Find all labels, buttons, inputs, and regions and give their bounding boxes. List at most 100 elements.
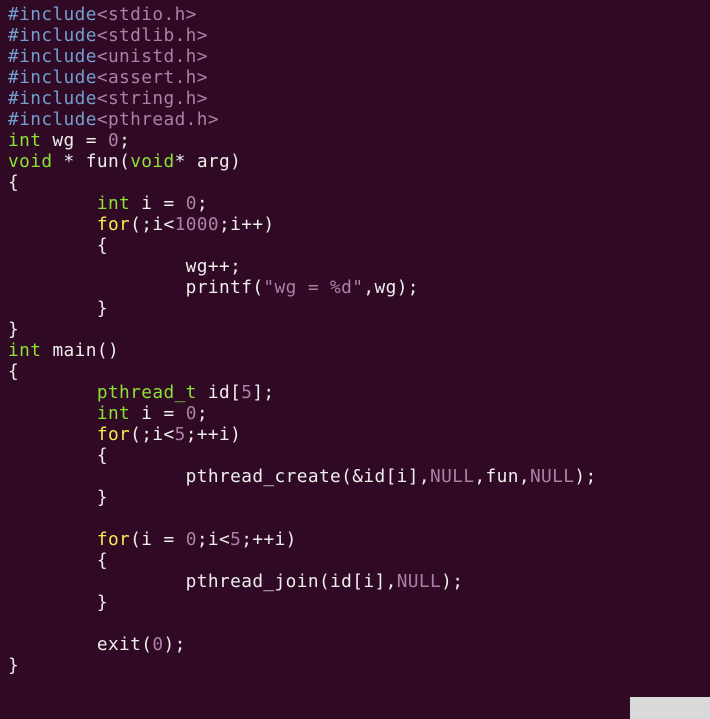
code-token: <stdlib.h>	[97, 25, 208, 46]
code-token: arg	[197, 151, 230, 172]
code-line: }	[8, 319, 19, 340]
code-token: #include	[8, 25, 97, 46]
code-token: 5	[175, 424, 186, 445]
code-line: {	[8, 550, 108, 571]
code-block: #include<stdio.h> #include<stdlib.h> #in…	[0, 0, 710, 676]
code-token: i	[130, 193, 163, 214]
code-token: }	[97, 487, 108, 508]
code-line: int i = 0;	[8, 403, 208, 424]
code-token: #include	[8, 46, 97, 67]
code-token: pthread_create(&id[i],	[8, 466, 430, 487]
code-token: 0	[108, 130, 119, 151]
code-token	[8, 592, 97, 613]
code-token: <unistd.h>	[97, 46, 208, 67]
code-line: #include<stdio.h>	[8, 4, 197, 25]
code-token: NULL	[530, 466, 574, 487]
code-token	[8, 382, 97, 403]
code-token: 0	[186, 193, 197, 214]
code-token: (;i<	[130, 424, 174, 445]
code-token: );	[574, 466, 596, 487]
code-line: int main()	[8, 340, 119, 361]
code-token: void	[130, 151, 174, 172]
code-line: for(i = 0;i<5;++i)	[8, 529, 297, 550]
code-token: }	[97, 298, 108, 319]
code-token: );	[163, 634, 185, 655]
code-token: 5	[241, 382, 252, 403]
code-token: for	[97, 424, 130, 445]
code-line: void * fun(void* arg)	[8, 151, 241, 172]
code-token: #include	[8, 67, 97, 88]
code-token: {	[97, 445, 108, 466]
code-line: int i = 0;	[8, 193, 208, 214]
code-token: #include	[8, 88, 97, 109]
code-token: )	[230, 151, 241, 172]
code-token: }	[97, 592, 108, 613]
code-token: exit(	[8, 634, 152, 655]
code-token: i	[130, 403, 163, 424]
code-token: <string.h>	[97, 88, 208, 109]
code-token: fun	[86, 151, 119, 172]
code-token: );	[441, 571, 463, 592]
code-token: for	[97, 529, 130, 550]
code-token	[8, 298, 97, 319]
code-line: pthread_t id[5];	[8, 382, 275, 403]
code-token: int	[8, 340, 41, 361]
code-token: 5	[230, 529, 241, 550]
code-token: 0	[186, 529, 197, 550]
code-token: <pthread.h>	[97, 109, 219, 130]
code-token: 1000	[175, 214, 219, 235]
code-line: wg++;	[8, 256, 241, 277]
code-token: =	[164, 403, 186, 424]
code-line: {	[8, 172, 19, 193]
code-token: ,fun,	[474, 466, 530, 487]
code-token	[8, 445, 97, 466]
code-token	[8, 550, 97, 571]
code-token: NULL	[397, 571, 441, 592]
code-token: }	[8, 655, 19, 676]
code-token: }	[8, 319, 19, 340]
code-token: {	[8, 361, 19, 382]
code-token: id[	[197, 382, 241, 403]
code-token: ;i++)	[219, 214, 275, 235]
code-line: printf("wg = %d",wg);	[8, 277, 419, 298]
code-token: =	[164, 529, 186, 550]
code-token: ;i<	[197, 529, 230, 550]
code-line: #include<assert.h>	[8, 67, 208, 88]
code-token: *	[52, 151, 85, 172]
code-line: pthread_join(id[i],NULL);	[8, 571, 463, 592]
code-token: pthread_t	[97, 382, 197, 403]
code-token	[8, 235, 97, 256]
code-token: int	[97, 193, 130, 214]
code-line: }	[8, 298, 108, 319]
code-line: #include<stdlib.h>	[8, 25, 208, 46]
code-token: 0	[152, 634, 163, 655]
code-token	[8, 424, 97, 445]
code-line: }	[8, 655, 19, 676]
code-token: ()	[97, 340, 119, 361]
code-line: for(;i<1000;i++)	[8, 214, 275, 235]
code-token: #include	[8, 4, 97, 25]
code-line: int wg = 0;	[8, 130, 130, 151]
code-token: wg	[41, 130, 85, 151]
code-line: {	[8, 235, 108, 256]
code-token	[8, 214, 97, 235]
code-token: ,wg);	[363, 277, 419, 298]
code-line: #include<unistd.h>	[8, 46, 208, 67]
code-line: {	[8, 445, 108, 466]
code-token	[8, 193, 97, 214]
code-token: ;	[119, 130, 130, 151]
code-token	[8, 529, 97, 550]
code-token: NULL	[430, 466, 474, 487]
code-token: {	[97, 550, 108, 571]
code-token: "wg = %d"	[263, 277, 363, 298]
code-token: ;++i)	[186, 424, 242, 445]
code-token: <stdio.h>	[97, 4, 197, 25]
code-token	[41, 340, 52, 361]
code-token: (i	[130, 529, 163, 550]
code-line: #include<string.h>	[8, 88, 208, 109]
code-token: main	[52, 340, 96, 361]
code-token: 0	[186, 403, 197, 424]
code-token: ];	[252, 382, 274, 403]
code-token: {	[97, 235, 108, 256]
code-token: ;++i)	[241, 529, 297, 550]
